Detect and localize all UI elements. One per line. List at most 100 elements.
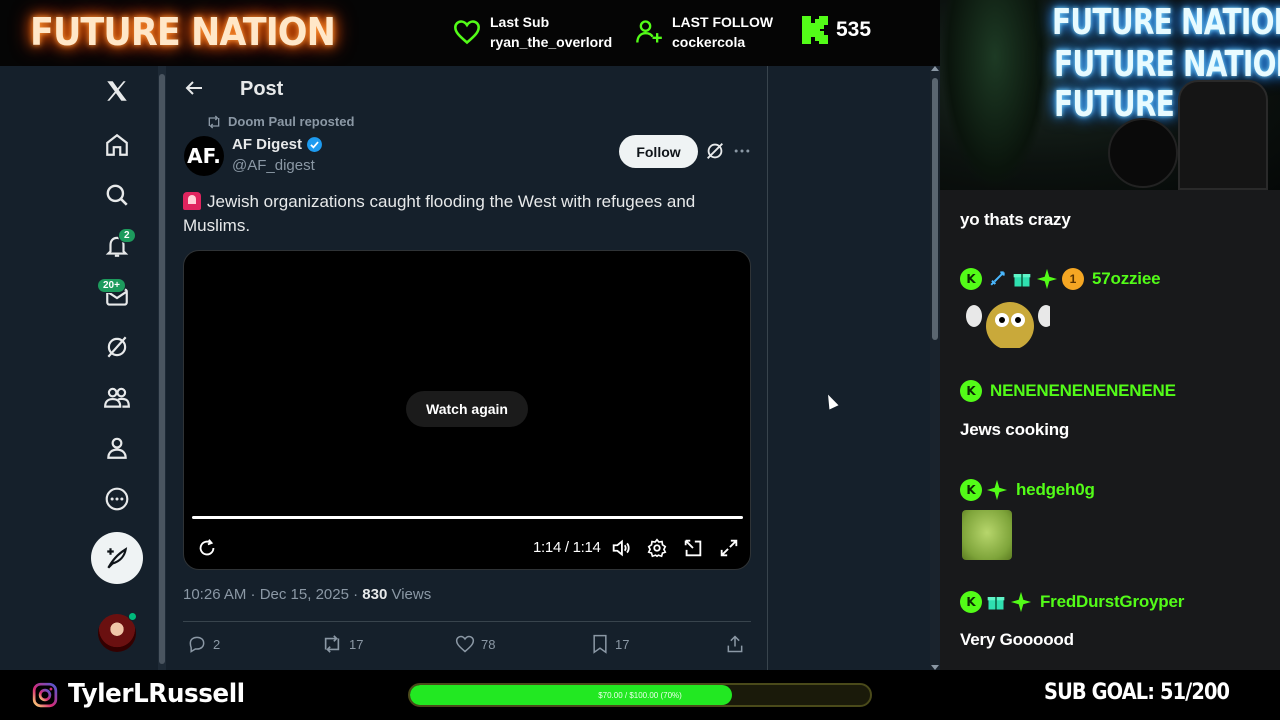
- messages-badge: 20+: [97, 278, 126, 293]
- kick-badge-icon: K: [960, 268, 982, 290]
- stream-bottom-bar: TylerLRussell $70.00 / $100.00 (70%) SUB…: [0, 670, 1280, 720]
- scroll-up-arrow-icon[interactable]: [931, 66, 939, 71]
- back-arrow-icon[interactable]: [182, 76, 206, 100]
- fullscreen-icon[interactable]: [718, 537, 740, 559]
- page-scrollbar[interactable]: [930, 66, 940, 670]
- emote-shrek-face-icon: [962, 510, 1012, 560]
- microphone: [1108, 118, 1178, 188]
- chat-username[interactable]: NENENENENENENENE: [990, 381, 1176, 401]
- bookmark-icon: [593, 634, 607, 654]
- chat-username[interactable]: hedgeh0g: [1016, 480, 1095, 500]
- video-time: 1:14 / 1:14: [533, 539, 601, 556]
- chair: [1178, 80, 1268, 190]
- repost-button[interactable]: 17: [321, 634, 363, 654]
- kick-count-value: 535: [836, 18, 872, 41]
- notifications-badge: 2: [118, 228, 136, 243]
- grok-icon[interactable]: [102, 332, 132, 362]
- last-follow-label: LAST FOLLOW: [672, 14, 774, 30]
- watch-again-button[interactable]: Watch again: [406, 391, 528, 427]
- kick-logo-icon: [802, 16, 828, 44]
- chat-username[interactable]: FredDurstGroyper: [1040, 592, 1184, 612]
- left-scrollbar[interactable]: [158, 66, 166, 670]
- repost-attribution[interactable]: Doom Paul reposted: [206, 114, 354, 129]
- brand-logo: FUTURE NATION: [30, 10, 336, 54]
- repost-icon: [324, 635, 340, 653]
- bookmark-button[interactable]: 17: [591, 634, 629, 654]
- author-avatar[interactable]: AF.: [184, 136, 224, 176]
- browser-x-pane: 2 20+ Post Doom Paul reposted AF. AF Dig…: [0, 66, 940, 670]
- picture-in-picture-icon[interactable]: [682, 537, 704, 559]
- page-scrollbar-thumb[interactable]: [932, 78, 938, 340]
- divider: [183, 621, 751, 622]
- last-sub-widget: Last Sub ryan_the_overlord: [452, 12, 612, 52]
- last-sub-value: ryan_the_overlord: [490, 34, 613, 50]
- like-button[interactable]: 78: [455, 634, 495, 654]
- sparkle-badge-icon: [1036, 268, 1058, 290]
- reply-button[interactable]: 2: [187, 634, 220, 654]
- post-timestamp[interactable]: 10:26 AM · Dec 15, 2025 ·: [183, 586, 362, 603]
- sparkle-badge-icon: [1010, 591, 1032, 613]
- chat-message-text: Very Goooood: [960, 630, 1074, 649]
- last-follow-value: cockercola: [672, 34, 746, 50]
- neon-sign-line: FUTURE NATION: [1054, 44, 1280, 85]
- reply-count: 2: [213, 636, 221, 652]
- repost-count: 17: [349, 636, 364, 652]
- left-scrollbar-thumb[interactable]: [159, 74, 165, 664]
- donation-goal-text: $70.00 / $100.00 (70%): [598, 690, 682, 700]
- stream-chat: yo thats crazy K 1 57ozziee K NENENENENE…: [940, 190, 1280, 670]
- views-label: Views: [387, 586, 432, 603]
- x-logo-icon[interactable]: [102, 76, 132, 106]
- volume-icon[interactable]: [610, 537, 632, 559]
- compose-post-button[interactable]: [91, 532, 143, 584]
- chat-username[interactable]: 57ozziee: [1092, 269, 1161, 289]
- left-navigation: 2 20+: [88, 66, 148, 670]
- sword-badge-icon: [986, 268, 1008, 290]
- siren-emoji-icon: [183, 192, 201, 210]
- follow-button[interactable]: Follow: [619, 135, 698, 168]
- chat-message-header: K FredDurstGroyper: [960, 591, 1184, 613]
- emote-waving-face-icon: [966, 302, 1050, 348]
- instagram-icon: [32, 682, 58, 708]
- gift-badge-icon: [986, 592, 1006, 612]
- home-icon[interactable]: [102, 130, 132, 160]
- profile-icon[interactable]: [102, 433, 132, 463]
- neon-sign-line: FUTURE NATION: [1052, 2, 1280, 43]
- heart-icon: [455, 635, 475, 653]
- post-body: Jewish organizations caught flooding the…: [183, 192, 696, 235]
- coin-badge-icon: 1: [1062, 268, 1084, 290]
- more-circle-icon[interactable]: [102, 484, 132, 514]
- share-button[interactable]: [725, 634, 745, 654]
- chat-message-text: yo thats crazy: [960, 210, 1071, 229]
- online-status-dot: [128, 612, 137, 621]
- video-player[interactable]: Watch again 1:14 / 1:14: [183, 250, 751, 570]
- kick-badge-icon: K: [960, 479, 982, 501]
- post-header: Post: [166, 66, 766, 112]
- kick-badge-icon: K: [960, 591, 982, 613]
- grok-explain-icon[interactable]: [704, 140, 726, 162]
- author-name[interactable]: AF Digest: [232, 136, 302, 153]
- gift-badge-icon: [1012, 269, 1032, 289]
- chat-message-header: K NENENENENENENENE: [960, 380, 1176, 402]
- reply-icon: [189, 636, 205, 653]
- page-title: Post: [240, 78, 284, 100]
- stream-top-bar: FUTURE NATION Last Sub ryan_the_overlord…: [0, 0, 940, 66]
- communities-icon[interactable]: [102, 383, 132, 413]
- post-detail-column: Post Doom Paul reposted AF. AF Digest @A…: [166, 66, 768, 670]
- author-name-row[interactable]: AF Digest: [232, 136, 323, 153]
- plant-decoration: [940, 0, 1050, 190]
- last-sub-label: Last Sub: [490, 14, 550, 30]
- sparkle-badge-icon: [986, 479, 1008, 501]
- video-progress-bar[interactable]: [192, 516, 743, 519]
- author-handle[interactable]: @AF_digest: [232, 157, 315, 174]
- verified-badge-icon: [307, 137, 322, 152]
- replay-icon[interactable]: [196, 537, 218, 559]
- search-icon[interactable]: [102, 180, 132, 210]
- settings-gear-icon[interactable]: [646, 537, 668, 559]
- share-icon: [727, 635, 743, 653]
- sub-goal-text: SUB GOAL: 51/200: [1044, 680, 1230, 705]
- webcam-feed: FUTURE NATION FUTURE NATION FUTURE NA: [940, 0, 1280, 190]
- more-options-icon[interactable]: [732, 140, 752, 162]
- mouse-cursor: [823, 392, 839, 410]
- chat-message-header: K hedgeh0g: [960, 479, 1095, 501]
- chat-message-text: Jews cooking: [960, 420, 1070, 439]
